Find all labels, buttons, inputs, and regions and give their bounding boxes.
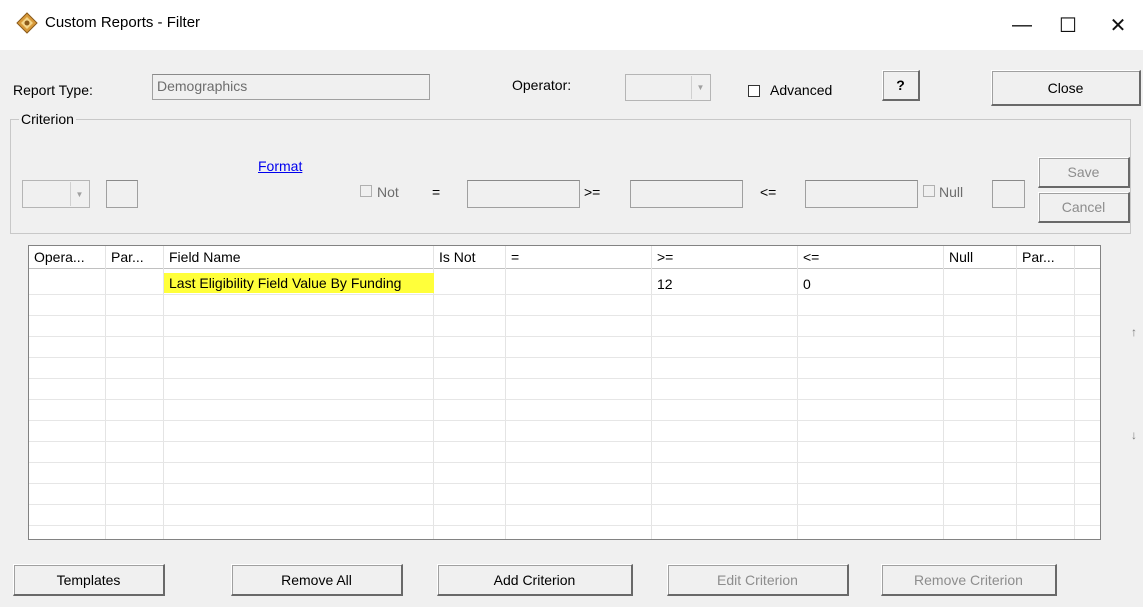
add-criterion-button[interactable]: Add Criterion [437,564,633,596]
paren-close-field[interactable] [992,180,1025,208]
table-row[interactable] [29,316,1100,337]
cancel-button[interactable]: Cancel [1038,192,1130,223]
remove-all-button[interactable]: Remove All [231,564,403,596]
column-header-operator[interactable]: Opera... [29,246,106,268]
table-row[interactable] [29,421,1100,442]
ge-value-field[interactable] [630,180,743,208]
move-down-icon[interactable]: ↓ [1124,428,1143,442]
ge-label: >= [584,184,601,200]
table-row[interactable]: Last Eligibility Field Value By Funding … [29,273,1100,295]
report-type-value: Demographics [157,78,248,94]
table-row[interactable] [29,505,1100,526]
table-row[interactable] [29,484,1100,505]
table-row[interactable] [29,358,1100,379]
criteria-table: Opera... Par... Field Name Is Not = >= <… [28,245,1101,540]
column-header-paren-close[interactable]: Par... [1017,246,1075,268]
operator-label: Operator: [512,77,572,93]
close-button[interactable]: Close [991,70,1141,106]
edit-criterion-button[interactable]: Edit Criterion [667,564,849,596]
column-header-paren-open[interactable]: Par... [106,246,164,268]
cell-null [944,274,1016,294]
chevron-down-icon: ▼ [691,76,709,99]
advanced-label: Advanced [770,82,833,98]
close-window-button[interactable]: ✕ [1098,10,1138,40]
eq-label: = [432,184,441,200]
cell-field-name: Last Eligibility Field Value By Funding [164,273,434,293]
window-title: Custom Reports - Filter [45,14,201,31]
operator-select[interactable]: ▼ [625,74,711,101]
save-button[interactable]: Save [1038,157,1130,188]
column-header-is-not[interactable]: Is Not [434,246,506,268]
move-up-icon[interactable]: ↑ [1124,325,1143,339]
cell-operator [29,274,105,294]
format-link[interactable]: Format [258,158,302,174]
column-header-field-name[interactable]: Field Name [164,246,434,268]
column-header-eq[interactable]: = [506,246,652,268]
criterion-group [10,119,1131,234]
minimize-button[interactable]: — [1002,10,1042,40]
not-checkbox[interactable] [360,185,372,197]
column-header-null[interactable]: Null [944,246,1017,268]
chevron-down-icon: ▼ [70,182,88,206]
help-button[interactable]: ? [882,70,920,101]
maximize-button[interactable]: ☐ [1048,10,1088,40]
cell-paren-open [106,274,163,294]
cell-paren-close [1017,274,1074,294]
report-type-field[interactable]: Demographics [152,74,430,100]
null-checkbox[interactable] [923,185,935,197]
column-header-le[interactable]: <= [798,246,944,268]
table-header: Opera... Par... Field Name Is Not = >= <… [29,246,1100,269]
cell-eq [506,274,651,294]
table-row[interactable] [29,400,1100,421]
table-row[interactable] [29,337,1100,358]
cell-is-not [434,274,505,294]
le-label: <= [760,184,777,200]
cell-ge: 12 [657,276,673,292]
table-row[interactable] [29,442,1100,463]
eq-value-field[interactable] [467,180,580,208]
column-header-ge[interactable]: >= [652,246,798,268]
table-row[interactable] [29,379,1100,400]
null-label: Null [939,184,964,200]
templates-button[interactable]: Templates [13,564,165,596]
table-row[interactable] [29,463,1100,484]
table-row[interactable] [29,295,1100,316]
report-type-label: Report Type: [13,82,93,98]
app-logo-icon [16,12,38,34]
criterion-group-label: Criterion [19,111,76,127]
advanced-checkbox[interactable] [748,85,760,97]
paren-open-field[interactable] [106,180,138,208]
cell-le: 0 [803,276,811,292]
title-bar: Custom Reports - Filter — ☐ ✕ [0,0,1143,50]
not-label: Not [377,184,399,200]
remove-criterion-button[interactable]: Remove Criterion [881,564,1057,596]
le-value-field[interactable] [805,180,918,208]
criterion-operator-select[interactable]: ▼ [22,180,90,208]
